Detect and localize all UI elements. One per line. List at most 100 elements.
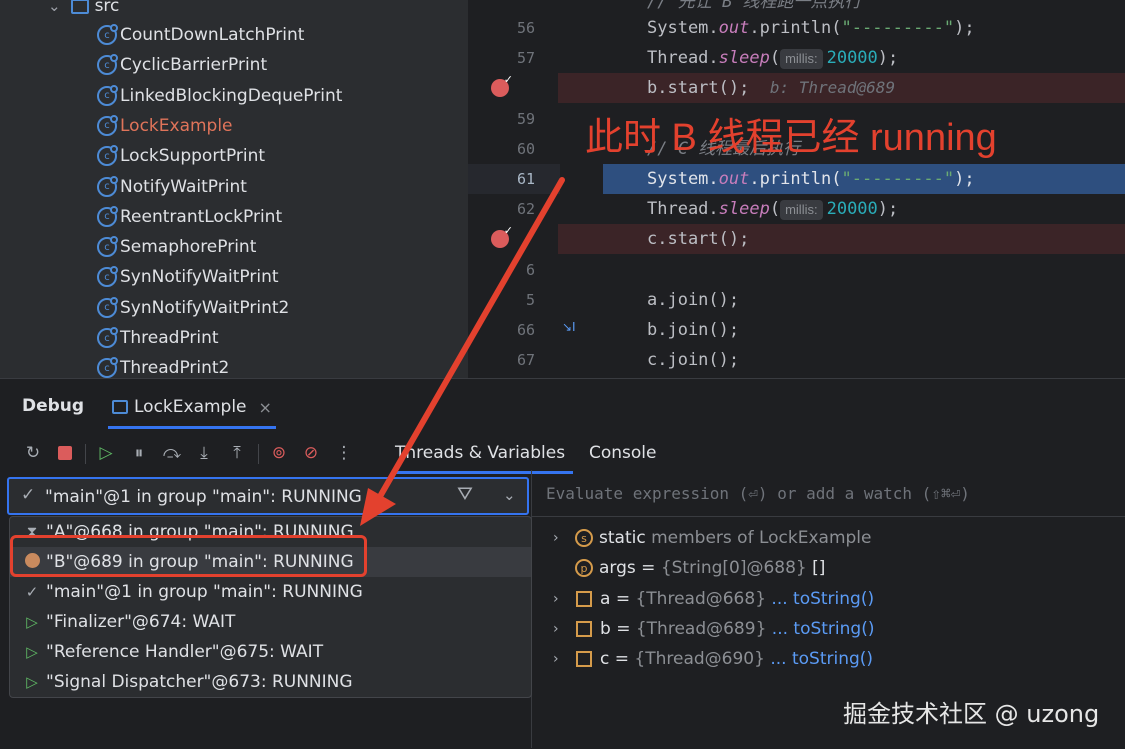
tree-item-class[interactable]: c ThreadPrint	[97, 323, 219, 353]
thread-label: "Reference Handler"@675: WAIT	[46, 642, 324, 662]
chevron-down-icon[interactable]: ⌄	[503, 486, 516, 504]
tree-item-class[interactable]: c LockExample	[97, 111, 233, 141]
thread-selector[interactable]: ✓ "main"@1 in group "main": RUNNING ⛛ ⌄	[7, 477, 529, 515]
chevron-right-icon[interactable]: ›	[553, 621, 575, 637]
chevron-down-icon: ⌄	[48, 0, 61, 15]
toolbar-divider	[258, 444, 259, 464]
line-number: 6	[525, 261, 535, 279]
rerun-icon[interactable]: ↻	[22, 442, 44, 464]
tree-item-class[interactable]: c CyclicBarrierPrint	[97, 50, 267, 80]
thread-item[interactable]: ▷ "Finalizer"@674: WAIT	[10, 607, 531, 637]
close-icon[interactable]: ×	[259, 398, 272, 417]
tostring-link[interactable]: ... toString()	[772, 619, 875, 639]
static-keyword: static	[599, 528, 646, 548]
class-icon: c	[97, 54, 118, 76]
resume-icon[interactable]: ▷	[95, 442, 117, 464]
code-line-58: b.start(); b: Thread@689	[647, 78, 896, 98]
line-number: 61	[516, 170, 535, 188]
var-eq: =	[641, 558, 656, 578]
more-icon[interactable]: ⋮	[333, 442, 355, 464]
thread-label: "main"@1 in group "main": RUNNING	[46, 582, 363, 602]
pause-icon[interactable]: ⏸	[128, 442, 150, 464]
tree-item-class[interactable]: c ThreadPrint2	[97, 353, 229, 378]
tree-item-class[interactable]: c CountDownLatchPrint	[97, 20, 304, 50]
tostring-link[interactable]: ... toString()	[771, 589, 874, 609]
thread-item[interactable]: ▷ "Reference Handler"@675: WAIT	[10, 637, 531, 667]
line-number: 59	[516, 110, 535, 128]
tree-item-label: LockSupportPrint	[120, 146, 266, 167]
mute-breakpoints-icon[interactable]: ⊘	[300, 442, 322, 464]
code-line-63: c.start();	[647, 229, 750, 249]
tab-label: LockExample	[134, 397, 247, 417]
tree-item-class[interactable]: c LinkedBlockingDequePrint	[97, 81, 342, 111]
line-number	[475, 224, 535, 254]
thread-label: "Signal Dispatcher"@673: RUNNING	[46, 672, 353, 692]
field-icon	[576, 621, 592, 637]
view-breakpoints-icon[interactable]: ⊚	[268, 442, 290, 464]
variable-args[interactable]: p args = {String[0]@688} []	[553, 553, 825, 583]
code-line-66: b.join();	[647, 320, 740, 340]
tree-item-class[interactable]: c ReentrantLockPrint	[97, 202, 282, 232]
thread-item[interactable]: ▷ "Signal Dispatcher"@673: RUNNING	[10, 667, 531, 697]
code-line-67: c.join();	[647, 350, 740, 370]
class-icon: c	[97, 175, 118, 197]
chevron-right-icon[interactable]: ›	[553, 530, 575, 546]
tree-item-class[interactable]: c NotifyWaitPrint	[97, 172, 247, 202]
code-line-56: System.out.println("---------");	[647, 18, 975, 38]
eval-divider	[532, 516, 1125, 517]
watermark: 掘金技术社区 @ uzong	[843, 700, 1100, 728]
line-number	[475, 73, 535, 103]
class-icon: c	[97, 84, 118, 106]
line-number: 66	[516, 321, 535, 339]
evaluate-expression-input[interactable]: Evaluate expression (⏎) or add a watch (…	[546, 484, 970, 503]
project-tree: ⌄ src c CountDownLatchPrint c CyclicBarrier…	[0, 0, 468, 378]
tree-item-label: NotifyWaitPrint	[120, 176, 247, 197]
check-icon: ✓	[25, 583, 39, 601]
step-out-icon[interactable]: ⤒	[226, 442, 248, 464]
code-line-61: System.out.println("---------");	[647, 169, 975, 189]
highlight-box	[10, 535, 367, 577]
chevron-right-icon[interactable]: ›	[553, 591, 575, 607]
step-over-icon[interactable]: ⤼	[161, 442, 183, 464]
thread-item[interactable]: ✓ "main"@1 in group "main": RUNNING	[10, 577, 531, 607]
variable-a[interactable]: › a = {Thread@668} ... toString()	[553, 584, 874, 614]
variable-static[interactable]: › s static members of LockExample	[553, 523, 871, 553]
variable-b[interactable]: › b = {Thread@689} ... toString()	[553, 614, 874, 644]
tree-item-class[interactable]: c LockSupportPrint	[97, 141, 265, 171]
tab-lockexample[interactable]: LockExample ×	[108, 388, 276, 429]
step-into-icon[interactable]: ⤓	[193, 442, 215, 464]
stop-icon[interactable]	[54, 442, 76, 464]
static-icon: s	[575, 529, 593, 547]
variable-c[interactable]: › c = {Thread@690} ... toString()	[553, 644, 873, 674]
tree-folder-src[interactable]: ⌄ src	[48, 0, 119, 21]
var-brackets: []	[812, 558, 826, 578]
class-icon: c	[97, 327, 118, 348]
tree-item-class[interactable]: c SemaphorePrint	[97, 232, 256, 262]
tree-item-label: SynNotifyWaitPrint	[120, 267, 279, 288]
var-name: c	[600, 649, 610, 669]
thread-label: "Finalizer"@674: WAIT	[46, 612, 236, 632]
tree-item-label: ThreadPrint	[120, 328, 219, 348]
play-icon: ▷	[26, 613, 38, 631]
debug-panel-title: Debug	[22, 396, 85, 416]
run-to-cursor-icon[interactable]: ↘I	[562, 320, 576, 334]
tab-console[interactable]: Console	[589, 433, 657, 471]
tree-item-class[interactable]: c SynNotifyWaitPrint	[97, 262, 279, 292]
class-icon: c	[97, 205, 118, 227]
code-line-62: Thread.sleep(millis: 20000);	[647, 199, 899, 220]
filter-icon[interactable]: ⛛	[457, 483, 473, 505]
var-value: {String[0]@688}	[660, 558, 807, 578]
annotation-text: 此时 B 线程已经 running	[585, 117, 997, 159]
breakpoint-line-highlight	[558, 224, 1125, 254]
var-value: {Thread@668}	[635, 589, 767, 609]
run-config-icon	[112, 400, 128, 414]
var-name: b	[600, 619, 611, 639]
tree-item-label: SynNotifyWaitPrint2	[120, 297, 290, 318]
class-icon: c	[97, 296, 118, 318]
chevron-right-icon[interactable]: ›	[553, 651, 575, 667]
tab-threads-variables[interactable]: Threads & Variables	[395, 433, 573, 474]
tostring-link[interactable]: ... toString()	[770, 649, 873, 669]
tree-item-class[interactable]: c SynNotifyWaitPrint2	[97, 293, 289, 323]
var-eq: =	[615, 589, 631, 609]
selected-thread-label: "main"@1 in group "main": RUNNING	[45, 487, 362, 507]
